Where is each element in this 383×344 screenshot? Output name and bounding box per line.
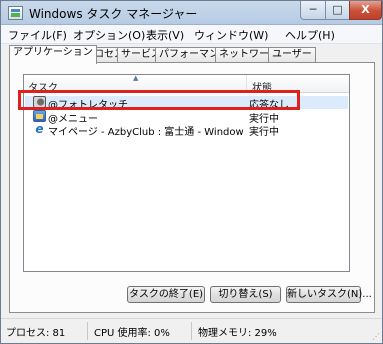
title-bar[interactable]: Windows タスク マネージャー ─ □ X — [1, 1, 382, 25]
menu-view[interactable]: 表示(V) — [146, 27, 184, 43]
task-status: 応答なし — [249, 100, 289, 111]
resize-grip-icon[interactable]: ⋰ — [372, 332, 380, 341]
column-label-status: 状態 — [252, 83, 272, 94]
task-manager-window: Windows タスク マネージャー ─ □ X ファイル(F) オプション(O… — [0, 0, 383, 344]
menu-file[interactable]: ファイル(F) — [8, 27, 67, 43]
list-item-menu[interactable]: @メニュー 実行中 — [25, 110, 348, 125]
list-item-mypage[interactable]: e マイページ - AzbyClub : 富士通 - Windows Inte.… — [25, 122, 348, 138]
status-processes: プロセス: 81 — [6, 328, 66, 339]
task-name: @フォトレタッチ — [48, 100, 128, 111]
task-name: マイページ - AzbyClub : 富士通 - Windows Inte... — [48, 127, 243, 138]
status-divider — [191, 322, 192, 340]
end-task-button[interactable]: タスクの終了(E) — [127, 286, 205, 303]
sort-ascending-icon: ▲ — [133, 74, 139, 82]
column-label-task: タスク — [28, 83, 58, 94]
window-title: Windows タスク マネージャー — [29, 7, 198, 21]
internet-explorer-icon: e — [35, 122, 44, 136]
task-status: 実行中 — [249, 127, 279, 138]
status-memory: 物理メモリ: 29% — [198, 328, 277, 339]
list-item-photo-touch[interactable]: @フォトレタッチ 応答なし — [25, 96, 348, 111]
menu-bar: ファイル(F) オプション(O) 表示(V) ウィンドウ(W) ヘルプ(H) — [1, 25, 382, 44]
column-header-task[interactable]: タスク ▲ — [24, 74, 247, 94]
minimize-button[interactable]: ─ — [300, 1, 326, 20]
list-header: タスク ▲ 状態 — [24, 74, 349, 94]
close-button[interactable]: X — [349, 1, 382, 20]
tab-applications[interactable]: アプリケーション — [9, 45, 97, 64]
menu-options[interactable]: オプション(O) — [73, 27, 145, 43]
tab-strip: アプリケーション プロセス サービス パフォーマンス ネットワーク ユーザー — [9, 45, 375, 64]
task-list[interactable]: タスク ▲ 状態 @フォトレタッチ 応答なし @メニュー 実行中 e マイページ… — [23, 74, 350, 272]
status-bar: プロセス: 81 CPU 使用率: 0% 物理メモリ: 29% ⋰ — [1, 318, 382, 343]
maximize-button[interactable]: □ — [325, 1, 350, 20]
photo-touch-icon — [33, 96, 46, 108]
menu-help[interactable]: ヘルプ(H) — [285, 27, 335, 43]
status-cpu: CPU 使用率: 0% — [94, 328, 170, 339]
tab-users[interactable]: ユーザー — [268, 47, 316, 63]
menu-window[interactable]: ウィンドウ(W) — [194, 27, 268, 43]
status-divider — [87, 322, 88, 340]
menu-app-icon — [33, 110, 46, 122]
switch-to-button[interactable]: 切り替え(S) — [210, 286, 281, 303]
task-manager-icon — [8, 6, 23, 20]
column-header-status[interactable]: 状態 — [248, 75, 349, 94]
new-task-button[interactable]: 新しいタスク(N)... — [286, 286, 372, 303]
